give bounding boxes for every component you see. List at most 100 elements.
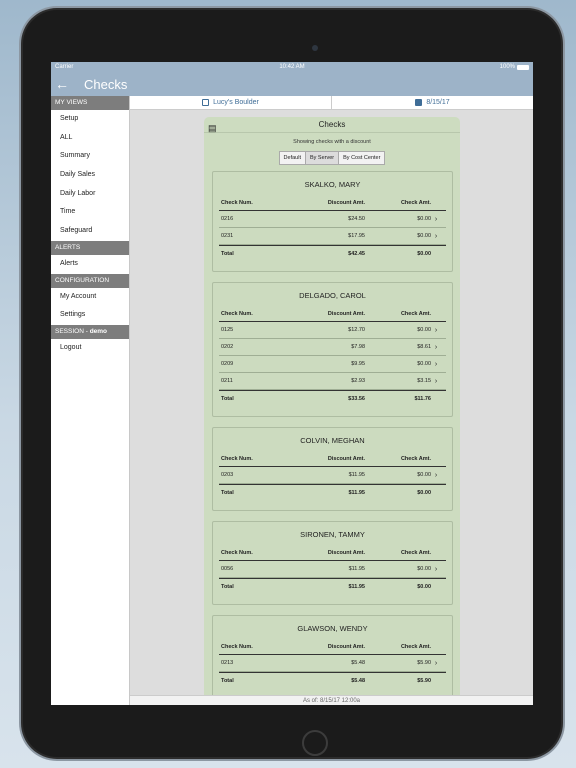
discount-amount: $2.93 xyxy=(351,378,365,384)
sidebar-item-settings[interactable]: Settings xyxy=(51,306,129,325)
sidebar-header-session: SESSION - demo xyxy=(51,324,129,339)
total-row: Total $11.95 $0.00 xyxy=(219,578,446,594)
total-amount: $0.00 xyxy=(417,583,431,590)
table-header: Check Num. Discount Amt. Check Amt. xyxy=(219,451,446,467)
column-check-amt: Check Amt. xyxy=(400,643,431,650)
table-header: Check Num. Discount Amt. Check Amt. xyxy=(219,545,446,561)
checks-panel[interactable]: ▤ Checks Showing checks with a discount … xyxy=(204,117,460,697)
session-user: demo xyxy=(89,327,108,335)
panel-title: Checks xyxy=(318,120,346,129)
server-card: SIRONEN, TAMMY Check Num. Discount Amt. Che… xyxy=(212,521,453,605)
discount-amount: $17.95 xyxy=(348,233,365,239)
receipt-icon: ▤ xyxy=(208,123,217,133)
sidebar-header-my-views: MY VIEWS xyxy=(51,96,129,110)
total-label: Total xyxy=(221,677,234,684)
check-number: 0056 xyxy=(221,566,234,572)
sidebar-item-all[interactable]: ALL xyxy=(51,129,129,148)
column-discount-amt: Discount Amt. xyxy=(327,455,365,462)
table-row[interactable]: 0209 $9.95 $0.00 › xyxy=(219,356,446,373)
sidebar-item-my-account[interactable]: My Account xyxy=(51,288,129,307)
sidebar-item-safeguard[interactable]: Safeguard xyxy=(51,222,129,241)
total-label: Total xyxy=(221,395,234,402)
server-name: SKALKO, MARY xyxy=(304,180,361,189)
chevron-right-icon[interactable]: › xyxy=(431,378,441,385)
sidebar-item-daily-sales[interactable]: Daily Sales xyxy=(51,166,129,185)
chevron-right-icon[interactable]: › xyxy=(431,327,441,334)
table-header: Check Num. Discount Amt. Check Amt. xyxy=(219,639,446,655)
column-discount-amt: Discount Amt. xyxy=(327,199,365,206)
camera-icon xyxy=(312,45,318,51)
back-arrow-icon[interactable]: ← xyxy=(55,76,79,92)
app-screen: Carrier 10:42 AM 100% ← Checks MY VIEWS … xyxy=(51,62,533,705)
total-discount: $33.56 xyxy=(348,395,365,402)
chevron-right-icon[interactable]: › xyxy=(431,660,441,667)
column-check-num: Check Num. xyxy=(221,455,253,462)
column-check-amt: Check Amt. xyxy=(400,549,431,556)
server-name: COLVIN, MEGHAN xyxy=(300,436,365,445)
server-name: SIRONEN, TAMMY xyxy=(300,530,365,539)
total-discount: $11.95 xyxy=(348,489,365,496)
check-amount: $0.00 xyxy=(417,472,431,478)
chevron-right-icon[interactable]: › xyxy=(431,233,441,240)
battery-icon xyxy=(517,64,529,70)
column-check-num: Check Num. xyxy=(221,199,253,206)
table-row[interactable]: 0202 $7.98 $8.61 › xyxy=(219,339,446,356)
discount-amount: $24.50 xyxy=(348,216,365,222)
chevron-right-icon[interactable]: › xyxy=(431,361,441,368)
table-header: Check Num. Discount Amt. Check Amt. xyxy=(219,195,446,211)
total-row: Total $11.95 $0.00 xyxy=(219,484,446,500)
navigation-bar: ← Checks xyxy=(51,72,533,96)
total-discount: $5.48 xyxy=(351,677,365,684)
check-number: 0216 xyxy=(221,216,234,222)
status-time: 10:42 AM xyxy=(279,64,305,70)
discount-amount: $7.98 xyxy=(351,344,365,350)
sidebar-item-setup[interactable]: Setup xyxy=(51,110,129,129)
card-padding xyxy=(213,594,452,604)
date-selector[interactable]: 8/15/17 xyxy=(331,96,533,109)
check-amount: $3.15 xyxy=(417,378,431,384)
total-row: Total $42.45 $0.00 xyxy=(219,245,446,261)
discount-amount: $5.48 xyxy=(351,660,365,666)
table-row[interactable]: 0211 $2.93 $3.15 › xyxy=(219,373,446,390)
check-number: 0231 xyxy=(221,233,234,239)
sidebar-header-configuration: CONFIGURATION xyxy=(51,273,129,288)
table-row[interactable]: 0203 $11.95 $0.00 › xyxy=(219,467,446,484)
total-amount: $0.00 xyxy=(417,250,431,257)
chevron-right-icon[interactable]: › xyxy=(431,472,441,479)
card-padding xyxy=(213,500,452,510)
sidebar-item-logout[interactable]: Logout xyxy=(51,339,129,358)
table-row[interactable]: 0231 $17.95 $0.00 › xyxy=(219,228,446,245)
table-row[interactable]: 0125 $12.70 $0.00 › xyxy=(219,322,446,339)
column-check-amt: Check Amt. xyxy=(400,199,431,206)
column-discount-amt: Discount Amt. xyxy=(327,643,365,650)
table-row[interactable]: 0056 $11.95 $0.00 › xyxy=(219,561,446,578)
server-name: DELGADO, CAROL xyxy=(299,291,366,300)
discount-amount: $11.95 xyxy=(348,472,365,478)
sidebar-item-time[interactable]: Time xyxy=(51,203,129,222)
chevron-right-icon[interactable]: › xyxy=(431,566,441,573)
total-discount: $11.95 xyxy=(348,583,365,590)
check-amount: $0.00 xyxy=(417,361,431,367)
home-button[interactable] xyxy=(302,730,328,756)
chevron-right-icon[interactable]: › xyxy=(431,216,441,223)
server-card: GLAWSON, WENDY Check Num. Discount Amt. Che… xyxy=(212,615,453,697)
sidebar-item-summary[interactable]: Summary xyxy=(51,147,129,166)
chevron-right-icon[interactable]: › xyxy=(431,344,441,351)
sidebar-item-alerts[interactable]: Alerts xyxy=(51,255,129,274)
table-row[interactable]: 0216 $24.50 $0.00 › xyxy=(219,211,446,228)
check-number: 0202 xyxy=(221,344,234,350)
location-selector[interactable]: Lucy's Boulder xyxy=(130,96,331,109)
total-amount: $11.76 xyxy=(414,395,431,402)
column-check-num: Check Num. xyxy=(221,549,253,556)
total-row: Total $5.48 $5.90 xyxy=(219,672,446,688)
as-of-footer: As of: 8/15/17 12:00a xyxy=(130,695,533,705)
filter-by-cost-center-button[interactable]: By Cost Center xyxy=(339,151,386,165)
table-row[interactable]: 0213 $5.48 $5.90 › xyxy=(219,655,446,672)
sidebar-item-daily-labor[interactable]: Daily Labor xyxy=(51,185,129,204)
panel-subtitle: Showing checks with a discount xyxy=(293,139,371,145)
discount-amount: $9.95 xyxy=(351,361,365,367)
check-amount: $0.00 xyxy=(417,327,431,333)
filter-default-button[interactable]: Default xyxy=(278,151,306,165)
filter-by-server-button[interactable]: By Server xyxy=(305,151,340,165)
calendar-icon xyxy=(415,99,423,106)
